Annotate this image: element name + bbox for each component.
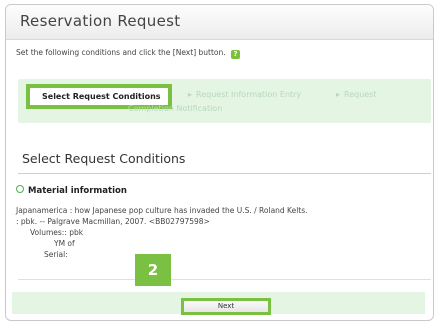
material-heading: Material information [16, 185, 127, 196]
step-progress-bar: Select Request Conditions ▸ Request Infor… [18, 79, 431, 123]
material-ym-of: YM of [54, 239, 75, 248]
material-heading-label: Material information [28, 186, 127, 196]
step-separator-icon: ▸ [336, 90, 341, 99]
instruction-label: Set the following conditions and click t… [16, 48, 226, 57]
material-volumes: Volumes:: pbk [30, 228, 84, 237]
material-title-line: Japanamerica : how Japanese pop culture … [16, 206, 308, 215]
reservation-panel: Reservation Request Set the following co… [5, 4, 434, 321]
step-request-info-label: Request Information Entry [196, 90, 302, 99]
page-title: Reservation Request [20, 12, 181, 30]
next-button[interactable]: Next [181, 298, 271, 315]
step-separator-icon: ▸ [188, 90, 193, 99]
step-request: ▸ Request [336, 90, 377, 99]
step-completion: Completion Notification [128, 104, 223, 113]
material-serial: Serial: [44, 250, 68, 259]
panel-header: Reservation Request [6, 5, 433, 40]
step-request-label: Request [344, 90, 377, 99]
instruction-text: Set the following conditions and click t… [16, 48, 241, 59]
material-publisher-line: : pbk. -- Palgrave Macmillan, 2007. <BB0… [16, 217, 210, 226]
help-icon[interactable]: ? [231, 50, 241, 59]
step-request-info: ▸ Request Information Entry [188, 90, 301, 99]
step-number-badge: 2 [135, 254, 171, 286]
section-title: Select Request Conditions [22, 151, 186, 166]
circle-bullet-icon [16, 185, 24, 193]
footer-divider [18, 279, 431, 280]
section-divider [18, 173, 431, 174]
